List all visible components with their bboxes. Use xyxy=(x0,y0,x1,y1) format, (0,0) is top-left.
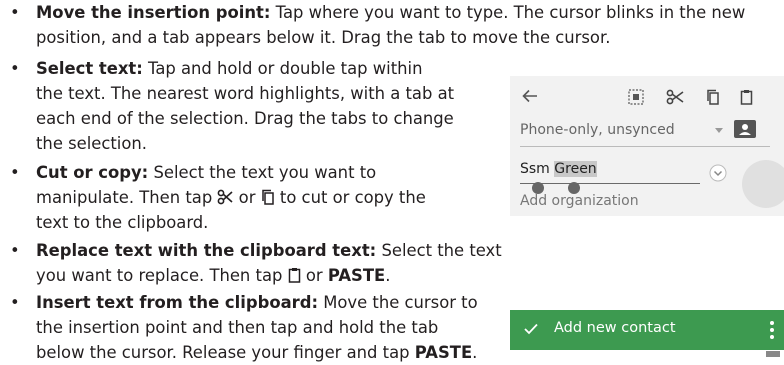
copy-icon[interactable] xyxy=(706,89,720,105)
item-text: below the cursor. Release your finger an… xyxy=(36,343,410,362)
bullet: • xyxy=(10,163,20,182)
item-text: Select the text xyxy=(381,241,502,260)
item-heading: Replace text with the clipboard text: xyxy=(36,241,377,260)
name-field[interactable]: Ssm Green xyxy=(520,161,597,177)
cut-icon[interactable] xyxy=(666,89,684,105)
item-text: you want to replace. Then tap xyxy=(36,266,283,285)
item-text: or xyxy=(238,188,256,207)
bullet: • xyxy=(10,59,20,78)
item-text: the text. The nearest word highlights, w… xyxy=(36,84,455,103)
item-text: the selection. xyxy=(36,134,147,153)
app-bar: Add new contact xyxy=(510,310,784,350)
item-text: or xyxy=(305,266,323,285)
contact-card-icon xyxy=(734,120,756,138)
paste-icon[interactable] xyxy=(740,89,753,105)
item-text: Move the cursor to xyxy=(323,293,478,312)
item-text: each end of the selection. Drag the tabs… xyxy=(36,109,454,128)
expand-icon[interactable] xyxy=(709,164,727,182)
dropdown-arrow-icon[interactable] xyxy=(715,128,723,133)
copy-icon xyxy=(261,189,274,205)
divider xyxy=(520,146,770,147)
item-text: text to the clipboard. xyxy=(36,213,209,232)
item-heading: Move the insertion point: xyxy=(36,3,271,22)
check-icon[interactable] xyxy=(524,323,538,335)
keyboard-indicator xyxy=(766,351,780,357)
bullet: • xyxy=(10,293,20,312)
bullet: • xyxy=(10,241,20,260)
more-options-icon[interactable] xyxy=(770,321,774,339)
select-all-icon[interactable] xyxy=(628,89,644,105)
clipboard-icon xyxy=(288,268,300,283)
item-heading: Cut or copy: xyxy=(36,163,149,182)
avatar xyxy=(742,160,784,208)
item-text: the insertion point and then tap and hol… xyxy=(36,318,439,337)
app-bar-title: Add new contact xyxy=(554,320,676,336)
item-text: Tap where you want to type. The cursor b… xyxy=(275,3,746,22)
item-text: position, and a tab appears below it. Dr… xyxy=(36,28,611,47)
punctuation: . xyxy=(472,343,478,362)
punctuation: . xyxy=(385,266,391,285)
back-arrow-icon[interactable] xyxy=(522,89,538,103)
item-text: manipulate. Then tap xyxy=(36,188,213,207)
item-text: Tap and hold or double tap within xyxy=(148,59,423,78)
selected-text: Green xyxy=(554,161,597,177)
paste-label: PASTE xyxy=(414,343,473,362)
item-heading: Insert text from the clipboard: xyxy=(36,293,319,312)
scissors-icon xyxy=(218,189,233,205)
name-underline xyxy=(520,183,700,184)
item-heading: Select text: xyxy=(36,59,143,78)
item-text: Select the text you want to xyxy=(153,163,377,182)
item-text: to cut or copy the xyxy=(279,188,426,207)
name-text: Ssm xyxy=(520,161,550,177)
contact-edit-screenshot: Phone-only, unsynced Ssm Green Add organ… xyxy=(510,76,784,216)
organization-field[interactable]: Add organization xyxy=(520,193,639,209)
paste-label: PASTE xyxy=(327,266,386,285)
account-label: Phone-only, unsynced xyxy=(520,122,675,138)
add-contact-screenshot: Add new contact xyxy=(510,300,784,360)
bullet: • xyxy=(10,3,20,22)
